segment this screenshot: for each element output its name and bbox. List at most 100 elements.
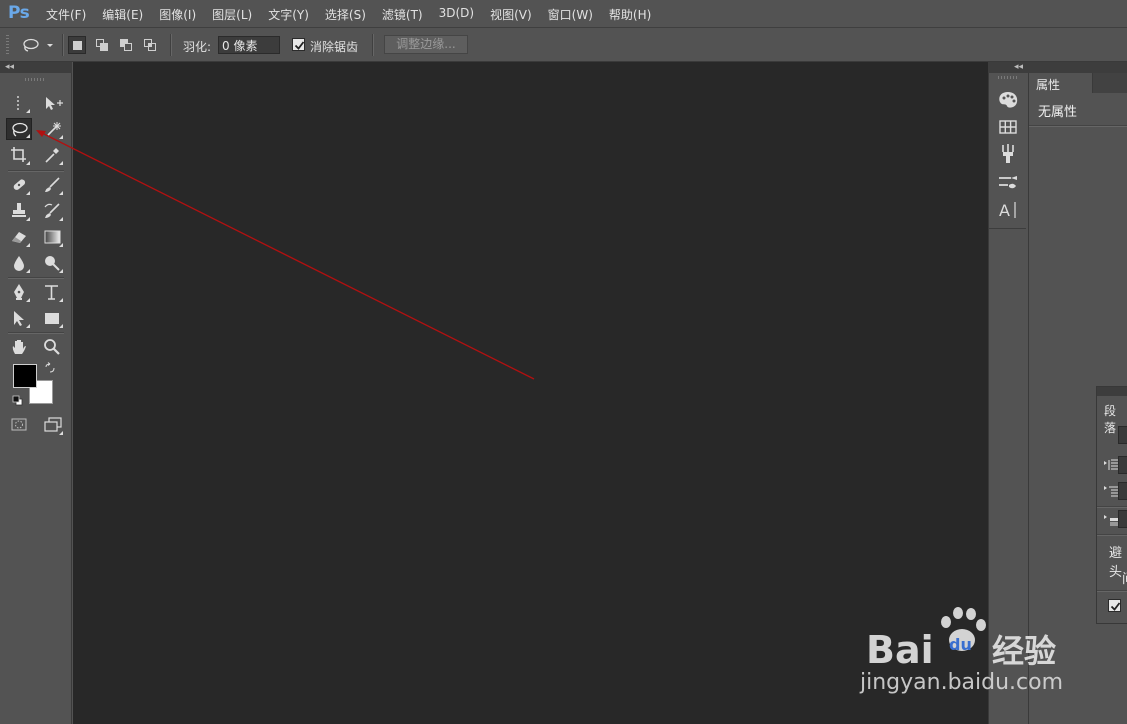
palette-icon — [999, 92, 1018, 108]
clone-stamp-tool[interactable] — [7, 200, 31, 222]
menu-view[interactable]: 视图(V) — [490, 6, 532, 23]
healing-brush-tool[interactable] — [7, 174, 31, 196]
brush-settings-icon — [999, 176, 1017, 189]
indent-left-icon — [1103, 458, 1119, 475]
gradient-tool[interactable] — [40, 226, 64, 248]
options-separator — [170, 34, 172, 56]
swatches-panel-button[interactable] — [996, 89, 1020, 111]
options-bar: 羽化: 消除锯齿 调整边缘... — [0, 28, 1127, 62]
watermark-logo-bai: Bai — [866, 628, 934, 672]
tools-grip[interactable] — [25, 78, 45, 81]
menu-type[interactable]: 文字(Y) — [268, 6, 309, 23]
magnifier-icon — [44, 339, 60, 355]
pen-tool[interactable] — [7, 281, 31, 303]
lasso-tool[interactable] — [6, 118, 32, 140]
refine-edge-button[interactable]: 调整边缘... — [384, 35, 468, 54]
paragraph-panel-header[interactable] — [1097, 387, 1127, 396]
antialias-checkbox[interactable] — [292, 38, 305, 51]
tools-separator — [8, 277, 64, 279]
rectangle-tool[interactable] — [40, 307, 64, 329]
document-canvas-area[interactable] — [73, 62, 988, 724]
antialias-label: 消除锯齿 — [310, 40, 359, 54]
icon-dock-header[interactable]: ◂◂ — [988, 62, 1028, 73]
crop-tool[interactable] — [7, 144, 31, 166]
swap-arrows-icon — [45, 362, 55, 373]
new-selection-icon — [73, 41, 82, 50]
menu-help[interactable]: 帮助(H) — [609, 6, 651, 23]
dodge-tool[interactable] — [40, 252, 64, 274]
quick-mask-icon — [11, 418, 27, 431]
menu-file[interactable]: 文件(F) — [46, 6, 86, 23]
character-panel-button[interactable]: A — [996, 199, 1020, 221]
indent-first-line-icon — [1103, 484, 1119, 501]
align-left-button[interactable] — [1118, 426, 1127, 444]
swatches-grid-panel-button[interactable] — [996, 116, 1020, 138]
menu-select[interactable]: 选择(S) — [325, 6, 366, 23]
swap-colors-button[interactable] — [44, 362, 56, 374]
foreground-color-swatch[interactable] — [13, 364, 37, 388]
collapse-arrows-icon[interactable]: ◂◂ — [5, 62, 14, 73]
grid-icon — [999, 120, 1017, 134]
menu-image[interactable]: 图像(I) — [159, 6, 196, 23]
tool-preset-picker[interactable] — [20, 36, 56, 54]
type-tool[interactable] — [40, 281, 64, 303]
eraser-tool[interactable] — [7, 226, 31, 248]
options-bar-grip[interactable] — [6, 35, 9, 55]
screen-mode-button[interactable] — [40, 414, 64, 436]
watermark-logo-du: du — [949, 635, 972, 654]
magic-wand-tool[interactable] — [40, 118, 64, 140]
move-tool[interactable] — [40, 92, 64, 114]
checkmark-icon — [294, 41, 305, 50]
hand-tool[interactable] — [7, 336, 31, 358]
watermark-logo-jingyan: 经验 — [992, 632, 1056, 670]
quick-mask-button[interactable] — [7, 414, 31, 436]
properties-panel-header[interactable] — [1028, 62, 1127, 73]
eyedropper-tool[interactable] — [40, 144, 64, 166]
mojikumi-label: 间 — [1122, 568, 1127, 587]
options-separator — [62, 34, 64, 56]
marquee-tool[interactable] — [7, 92, 31, 114]
default-colors-button[interactable] — [12, 395, 24, 407]
paragraph-separator — [1097, 506, 1127, 508]
default-colors-icon — [12, 395, 23, 406]
space-before-icon — [1103, 513, 1119, 530]
icon-dock-grip[interactable] — [998, 76, 1018, 79]
character-icon: A — [999, 201, 1016, 220]
photoshop-logo: Ps — [8, 3, 30, 23]
blur-tool[interactable] — [7, 252, 31, 274]
hyphenate-checkbox[interactable] — [1108, 599, 1121, 612]
options-separator — [372, 34, 374, 56]
brushes-icon — [1002, 144, 1014, 163]
space-before-field[interactable] — [1118, 510, 1127, 528]
new-selection-button[interactable] — [68, 36, 86, 54]
checkmark-icon — [1110, 602, 1121, 611]
zoom-tool[interactable] — [40, 336, 64, 358]
menu-bar: Ps 文件(F) 编辑(E) 图像(I) 图层(L) 文字(Y) 选择(S) 滤… — [0, 0, 1127, 28]
paragraph-separator — [1097, 590, 1127, 592]
add-to-selection-button[interactable] — [94, 36, 112, 54]
properties-empty-text: 无属性 — [1038, 105, 1078, 120]
tools-separator — [8, 332, 64, 334]
indent-first-line-field[interactable] — [1118, 482, 1127, 500]
feather-label: 羽化: — [183, 40, 212, 54]
indent-left-field[interactable] — [1118, 456, 1127, 474]
tools-separator — [8, 170, 64, 172]
feather-input[interactable] — [218, 36, 280, 54]
hand-icon — [12, 340, 26, 354]
menu-window[interactable]: 窗口(W) — [548, 6, 593, 23]
intersect-selection-button[interactable] — [142, 36, 160, 54]
menu-3d[interactable]: 3D(D) — [439, 6, 474, 23]
path-selection-tool[interactable] — [7, 307, 31, 329]
menu-edit[interactable]: 编辑(E) — [102, 6, 143, 23]
subtract-from-selection-button[interactable] — [118, 36, 136, 54]
expand-arrows-icon[interactable]: ◂◂ — [1014, 62, 1023, 73]
history-brush-tool[interactable] — [40, 200, 64, 222]
menu-filter[interactable]: 滤镜(T) — [382, 6, 423, 23]
brush-tool[interactable] — [40, 174, 64, 196]
menu-items: 文件(F) 编辑(E) 图像(I) 图层(L) 文字(Y) 选择(S) 滤镜(T… — [46, 6, 667, 23]
brush-presets-panel-button[interactable] — [996, 143, 1020, 165]
tab-properties[interactable]: 属性 — [1029, 73, 1093, 93]
tools-panel-header[interactable]: ◂◂ — [0, 62, 72, 73]
menu-layer[interactable]: 图层(L) — [212, 6, 252, 23]
brush-panel-button[interactable] — [996, 172, 1020, 194]
